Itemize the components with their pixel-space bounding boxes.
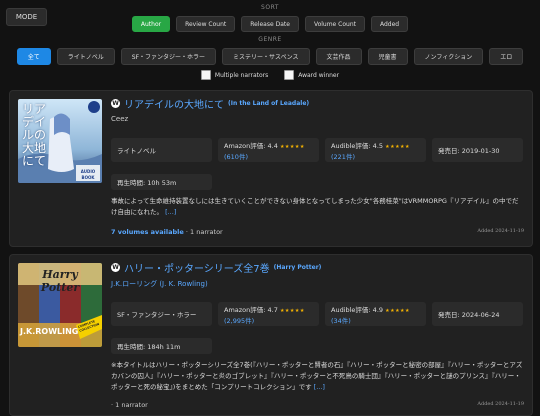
duration-box: 再生時間: 184h 11m [111, 338, 212, 354]
wishlist-icon[interactable]: W [111, 99, 120, 108]
book-card: リアデイルの大地にて AUDIO BOOK W リアデイルの大地にて (In t… [9, 90, 533, 247]
sort-options: Author Review Count Release Date Volume … [0, 16, 540, 32]
audible-review-count[interactable]: (34件) [331, 315, 420, 325]
book-subtitle: (Harry Potter) [273, 264, 322, 271]
volumes-link[interactable]: 7 volumes available [111, 228, 184, 236]
audible-rating: Audible評価: 4.5 ★★★★★ [331, 141, 411, 150]
amazon-rating-box: Amazon評価: 4.4 ★★★★★ (610件) [218, 138, 319, 162]
book-title[interactable]: リアデイルの大地にて [124, 96, 224, 111]
book-cover[interactable]: リアデイルの大地にて AUDIO BOOK [18, 99, 102, 183]
sort-volume-count-button[interactable]: Volume Count [304, 16, 365, 32]
genre-literature-button[interactable]: 文芸作品 [315, 48, 362, 65]
amazon-review-count[interactable]: (2,995件) [224, 315, 313, 325]
genre-children-button[interactable]: 児童書 [367, 48, 408, 65]
added-date: Added 2024-11-19 [477, 228, 524, 234]
amazon-rating: Amazon評価: 4.4 ★★★★★ [224, 141, 305, 150]
sort-author-button[interactable]: Author [131, 16, 171, 32]
wishlist-icon[interactable]: W [111, 263, 120, 272]
star-rating-icon: ★★★★★ [279, 143, 305, 150]
book-subtitle: (In the Land of Leadale) [228, 100, 310, 107]
genre-label: GENRE [258, 36, 282, 43]
read-more-link[interactable]: [...] [165, 208, 176, 216]
sort-label: SORT [261, 4, 279, 11]
read-more-link[interactable]: [...] [314, 383, 325, 391]
book-footer: · 1 narrator Added 2024-11-19 [111, 401, 524, 409]
title-line: W ハリー・ポッターシリーズ全7巻 (Harry Potter) [111, 260, 321, 275]
narrator-count: · 1 narrator [183, 228, 223, 236]
book-description: 事故によって生命維持装置なしには生きていくことができない身体となってしまった少女… [111, 197, 519, 216]
audible-rating-box: Audible評価: 4.5 ★★★★★ (221件) [325, 138, 426, 162]
multiple-narrators-label: Multiple narrators [214, 71, 269, 79]
genre-box: ライトノベル [111, 138, 212, 162]
cover-author: J.K.ROWLING [20, 327, 79, 336]
release-date: 発売日: 2019-01-30 [438, 147, 500, 155]
amazon-rating-box: Amazon評価: 4.7 ★★★★★ (2,995件) [218, 302, 319, 326]
genre-all-button[interactable]: 全て [16, 48, 51, 65]
release-date-box: 発売日: 2024-06-24 [432, 302, 523, 326]
genre-options: 全て ライトノベル SF・ファンタジー・ホラー ミステリー・サスペンス 文芸作品… [0, 48, 540, 65]
book-author[interactable]: Ceez [111, 115, 128, 123]
genre-erotica-button[interactable]: エロ [489, 48, 524, 65]
multiple-narrators-filter[interactable]: Multiple narrators [200, 70, 269, 80]
genre-value: SF・ファンタジー・ホラー [117, 311, 197, 319]
amazon-review-count[interactable]: (610件) [224, 151, 313, 161]
sort-added-button[interactable]: Added [370, 16, 409, 32]
audible-review-count[interactable]: (221件) [331, 151, 420, 161]
audible-rating-box: Audible評価: 4.9 ★★★★★ (34件) [325, 302, 426, 326]
sort-release-date-button[interactable]: Release Date [241, 16, 299, 32]
release-date-box: 発売日: 2019-01-30 [432, 138, 523, 162]
cover-series-title: Harry Potter [40, 268, 80, 294]
narrator-count: · 1 narrator [111, 401, 148, 409]
book-title[interactable]: ハリー・ポッターシリーズ全7巻 [124, 260, 270, 275]
book-description: ※本タイトルはハリー・ポッターシリーズ全7巻(『ハリー・ポッターと賢者の石』『ハ… [111, 361, 523, 391]
genre-sf-fantasy-horror-button[interactable]: SF・ファンタジー・ホラー [120, 48, 217, 65]
book-cover[interactable]: Harry Potter J.K.ROWLING COMPLETE COLLEC… [18, 263, 102, 347]
genre-value: ライトノベル [117, 147, 156, 155]
cover-audiobook-badge: AUDIO BOOK [80, 169, 96, 180]
genre-nonfiction-button[interactable]: ノンフィクション [413, 48, 484, 65]
book-footer: 7 volumes available · 1 narrator Added 2… [111, 228, 524, 236]
added-date: Added 2024-11-19 [477, 401, 524, 407]
award-winner-label: Award winner [298, 71, 340, 79]
star-rating-icon: ★★★★★ [279, 307, 305, 314]
duration: 再生時間: 184h 11m [117, 343, 181, 351]
book-card: Harry Potter J.K.ROWLING COMPLETE COLLEC… [9, 254, 533, 416]
award-winner-filter[interactable]: Award winner [284, 70, 339, 80]
sort-review-count-button[interactable]: Review Count [176, 16, 236, 32]
genre-box: SF・ファンタジー・ホラー [111, 302, 212, 326]
star-rating-icon: ★★★★★ [385, 143, 411, 150]
award-winner-checkbox[interactable] [284, 70, 295, 80]
genre-light-novel-button[interactable]: ライトノベル [56, 48, 115, 65]
book-author[interactable]: J.K.ローリング (J. K. Rowling) [111, 279, 208, 289]
multiple-narrators-checkbox[interactable] [200, 70, 211, 80]
cover-vertical-title: リアデイルの大地にて [22, 102, 47, 168]
duration-box: 再生時間: 10h 53m [111, 174, 212, 190]
amazon-rating: Amazon評価: 4.7 ★★★★★ [224, 305, 305, 314]
star-rating-icon: ★★★★★ [385, 307, 411, 314]
title-line: W リアデイルの大地にて (In the Land of Leadale) [111, 96, 309, 111]
release-date: 発売日: 2024-06-24 [438, 311, 500, 319]
duration: 再生時間: 10h 53m [117, 179, 177, 187]
audible-rating: Audible評価: 4.9 ★★★★★ [331, 305, 411, 314]
genre-mystery-suspense-button[interactable]: ミステリー・サスペンス [222, 48, 310, 65]
filter-checkboxes: Multiple narrators Award winner [0, 70, 540, 80]
